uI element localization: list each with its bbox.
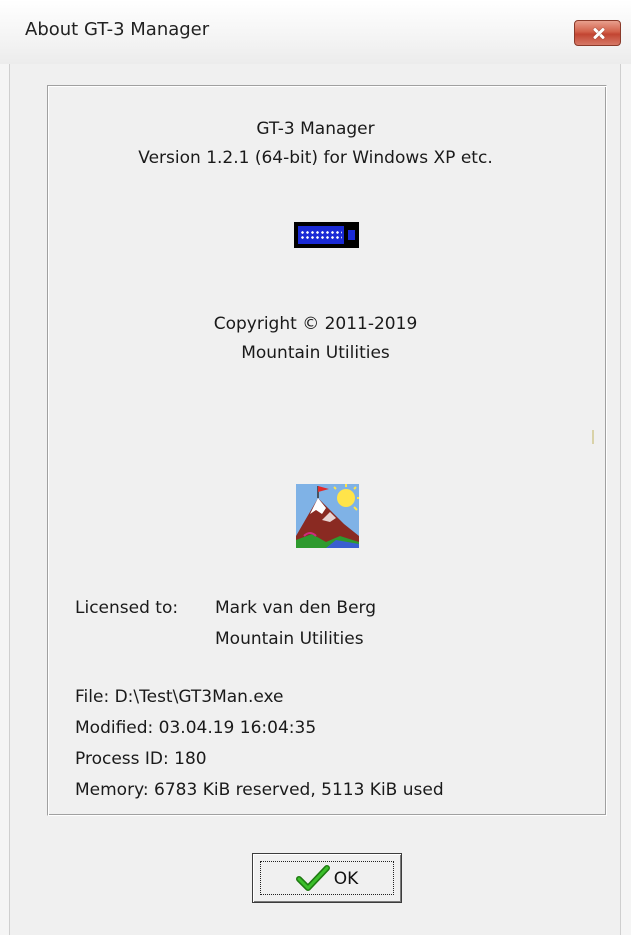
about-dialog: About GT-3 Manager GT-3 Manager Version … [0,0,631,935]
window-border-left [0,64,10,935]
licensee-company: Mountain Utilities [215,629,364,649]
ok-button-label: OK [333,869,359,889]
window-title: About GT-3 Manager [25,19,210,40]
modified-text: Modified: 03.04.19 16:04:35 [75,718,317,738]
company-name: Mountain Utilities [241,343,390,363]
artifact-mark [592,430,594,444]
ok-button[interactable]: OK [252,853,402,903]
window-border-right [620,64,631,935]
process-id-text: Process ID: 180 [75,749,207,769]
copyright-text: Copyright © 2011-2019 [213,314,418,334]
checkmark-icon [295,865,330,891]
file-path-text: File: D:\Test\GT3Man.exe [75,687,284,707]
app-name: GT-3 Manager [256,119,375,139]
licensee-name: Mark van den Berg [215,598,377,618]
title-bar[interactable]: About GT-3 Manager [0,0,631,64]
close-button[interactable] [574,20,621,46]
version-text: Version 1.2.1 (64-bit) for Windows XP et… [138,148,493,168]
gt3-device-icon [294,222,359,248]
licensed-to-label: Licensed to: [75,598,179,618]
memory-text: Memory: 6783 KiB reserved, 5113 KiB used [75,780,444,800]
mountain-logo-icon [296,484,359,548]
